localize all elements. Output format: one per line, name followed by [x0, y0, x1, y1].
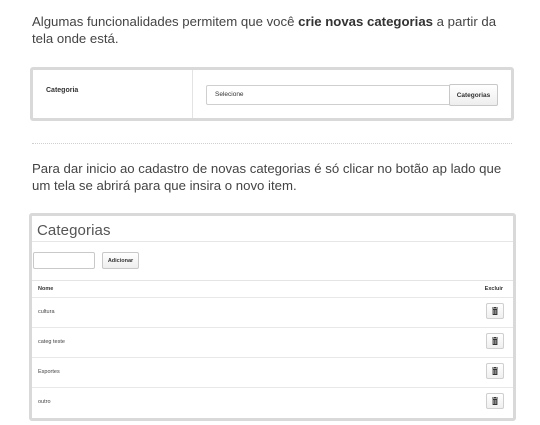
category-name: categ teste — [38, 339, 65, 345]
delete-button[interactable] — [486, 363, 504, 379]
trash-icon — [492, 307, 498, 315]
category-select[interactable]: Selecione — [206, 85, 470, 105]
table-top-border — [32, 280, 513, 281]
table-row: cultura — [32, 297, 513, 327]
column-header-nome: Nome — [38, 286, 54, 292]
intro-paragraph: Algumas funcionalidades permitem que voc… — [32, 13, 518, 47]
table-row: outro — [32, 387, 513, 417]
table-row: categ teste — [32, 327, 513, 357]
delete-button[interactable] — [486, 303, 504, 319]
intro-text-before: Algumas funcionalidades permitem que voc… — [32, 14, 299, 29]
open-categories-button[interactable]: Categorias — [449, 84, 498, 106]
dialog-title: Categorias — [37, 222, 111, 239]
add-category-button[interactable]: Adicionar — [102, 252, 139, 269]
trash-icon — [492, 397, 498, 405]
explanation-paragraph: Para dar inicio ao cadastro de novas cat… — [32, 161, 502, 193]
category-name: cultura — [38, 309, 55, 315]
table-row: Esportes — [32, 357, 513, 387]
title-divider — [32, 241, 513, 242]
category-select-value: Selecione — [215, 91, 244, 98]
delete-button[interactable] — [486, 333, 504, 349]
category-label: Categoria — [46, 87, 79, 94]
category-name: outro — [38, 399, 51, 405]
category-form-panel: Categoria Selecione Categorias — [30, 67, 514, 121]
section-divider — [32, 143, 512, 144]
trash-icon — [492, 367, 498, 375]
intro-text-bold: crie novas categorias — [298, 14, 433, 29]
column-header-excluir: Excluir — [484, 286, 503, 292]
new-category-input[interactable] — [33, 252, 95, 269]
delete-button[interactable] — [486, 393, 504, 409]
category-label-cell: Categoria — [33, 70, 193, 118]
category-name: Esportes — [38, 369, 60, 375]
trash-icon — [492, 337, 498, 345]
categories-dialog: Categorias Adicionar Nome Excluir cultur… — [29, 213, 516, 421]
